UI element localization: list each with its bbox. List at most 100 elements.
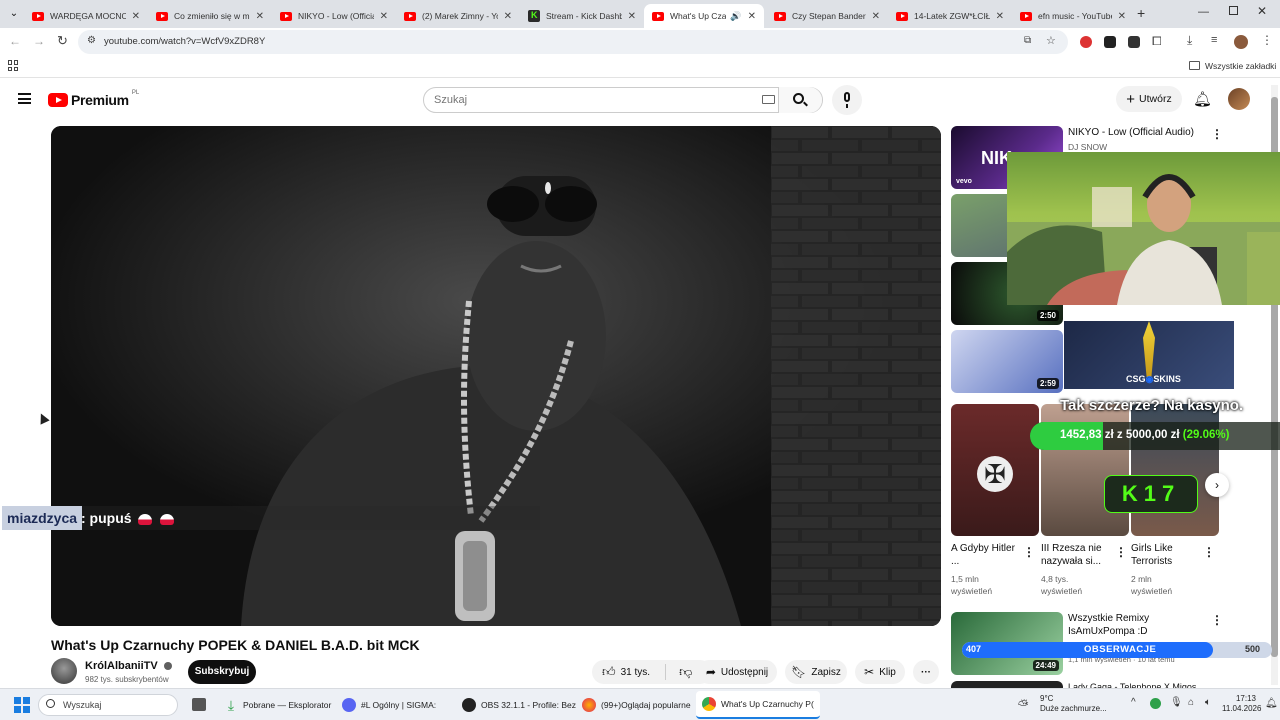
short-title[interactable]: Girls Like Terrorists	[1131, 542, 1197, 568]
create-button[interactable]: + Utwórz	[1116, 86, 1182, 112]
tab-7[interactable]: 14-Latek ZGW*ŁCIŁ S ✕	[888, 4, 1012, 28]
channel-avatar[interactable]	[51, 658, 77, 684]
extension-icon[interactable]	[1080, 36, 1092, 48]
taskbar-app-active[interactable]: What's Up Czarnuchy P(	[696, 691, 820, 719]
apps-grid-icon[interactable]	[8, 60, 19, 71]
more-options-icon[interactable]: ⋮	[1211, 613, 1223, 627]
clock[interactable]: 17:13 11.04.2026	[1222, 694, 1261, 714]
tab-5-active[interactable]: What's Up Czarn 🔊 ✕	[644, 4, 764, 28]
maximize-icon[interactable]	[1229, 6, 1238, 15]
forward-icon[interactable]: →	[33, 34, 45, 48]
microphone-icon[interactable]: 🎙︎	[1170, 697, 1183, 708]
tab-search-dropdown-icon[interactable]: ⌄	[6, 6, 22, 22]
close-window-icon[interactable]: ✕	[1257, 4, 1267, 18]
more-options-icon[interactable]: ⋮	[1115, 545, 1127, 559]
tab-title: Czy Stepan Bandera i	[792, 11, 866, 21]
dislike-icon[interactable]: 👎︎	[679, 664, 692, 680]
media-control-icon[interactable]: ≡	[1211, 34, 1217, 46]
tab-4[interactable]: K Stream - Kick Dashbo ✕	[520, 4, 644, 28]
hamburger-menu-icon[interactable]	[18, 93, 31, 104]
tab-6[interactable]: Czy Stepan Bandera i ✕	[766, 4, 888, 28]
taskbar-app[interactable]: OBS 32.1.1 - Profile: Bez	[462, 695, 576, 715]
close-tab-icon[interactable]: ✕	[132, 11, 140, 22]
profile-avatar[interactable]	[1234, 35, 1248, 49]
notification-bell-icon[interactable]: 🔔︎	[1265, 698, 1278, 709]
short-thumbnail[interactable]: ✠	[951, 404, 1039, 536]
tab-title: What's Up Czarn	[670, 11, 727, 21]
clip-button[interactable]: ✂ Klip	[855, 660, 905, 684]
windows-taskbar: Wyszukaj ⤓ Pobrane — Eksplorator #L Ogól…	[0, 688, 1280, 720]
more-options-icon[interactable]: ⋮	[1203, 545, 1215, 559]
close-tab-icon[interactable]: ✕	[504, 11, 512, 22]
back-icon[interactable]: ←	[9, 34, 21, 48]
shorts-next-button[interactable]: ›	[1205, 473, 1229, 497]
search-button[interactable]	[778, 87, 822, 113]
close-tab-icon[interactable]: ✕	[872, 11, 880, 22]
follower-current: 407	[966, 644, 982, 654]
windows-start-icon[interactable]	[14, 697, 30, 713]
close-tab-icon[interactable]: ✕	[1118, 11, 1126, 22]
voice-search-button[interactable]	[832, 85, 862, 115]
close-tab-icon[interactable]: ✕	[256, 11, 264, 22]
close-tab-icon[interactable]: ✕	[628, 11, 636, 22]
sidebar-video-title[interactable]: NIKYO - Low (Official Audio)	[1068, 126, 1208, 139]
network-icon[interactable]: ⌂	[1188, 697, 1194, 708]
menu-kebab-icon[interactable]: ⋮	[1261, 33, 1273, 47]
tab-8[interactable]: efn music - YouTube ✕	[1012, 4, 1134, 28]
sidebar-thumbnail[interactable]: 2:59	[951, 330, 1063, 393]
sidebar-video-title[interactable]: Wszystkie Remixy IsAmUxPompa :D	[1068, 612, 1198, 638]
extension-icon[interactable]	[1128, 36, 1140, 48]
keyboard-icon[interactable]	[762, 95, 775, 104]
taskbar-app[interactable]: (99+)Oglądaj popularne	[582, 695, 691, 715]
more-actions-button[interactable]: ···	[913, 660, 939, 684]
tray-chevron-icon[interactable]: ^	[1131, 697, 1136, 708]
taskbar-search[interactable]: Wyszukaj	[38, 694, 178, 716]
minimize-icon[interactable]: —	[1198, 6, 1209, 18]
account-avatar[interactable]	[1228, 88, 1250, 110]
like-count[interactable]: 31 tys.	[621, 667, 650, 678]
tab-1[interactable]: Co zmieniło się w mo ✕	[148, 4, 272, 28]
extension-icon[interactable]	[1104, 36, 1116, 48]
tab-0[interactable]: WARDĘGA MOCNO ( ✕	[24, 4, 148, 28]
more-options-icon[interactable]: ⋮	[1211, 127, 1223, 141]
tab-2[interactable]: NIKYO - Low (Officia ✕	[272, 4, 396, 28]
channel-name[interactable]: KrólAlbaniiTV	[85, 660, 158, 672]
close-tab-icon[interactable]: ✕	[380, 11, 388, 22]
weather-widget[interactable]: 9°C Duże zachmurze...	[1040, 694, 1107, 714]
notifications-bell-icon[interactable]: 🔔︎	[1193, 90, 1212, 108]
subscribe-button[interactable]: Subskrybuj	[188, 660, 256, 684]
save-button[interactable]: 🔖︎ Zapisz	[785, 660, 847, 684]
short-title[interactable]: A Gdyby Hitler ...	[951, 542, 1017, 568]
address-bar[interactable]: ⚙ youtube.com/watch?v=WcfV9xZDR8Y ⧉ ☆	[78, 30, 1068, 54]
share-button[interactable]: ➦ Udostępnij	[697, 660, 777, 684]
tray-app-icon[interactable]	[1150, 698, 1161, 709]
close-tab-icon[interactable]: ✕	[996, 11, 1004, 22]
clip-label: Klip	[879, 666, 896, 678]
bookmark-star-icon[interactable]: ☆	[1046, 34, 1056, 47]
channel-name-row: KrólAlbaniiTV	[85, 660, 172, 672]
tab-3[interactable]: (2) Marek Zimny - Yo ✕	[396, 4, 520, 28]
download-icon[interactable]: ⤓	[1187, 33, 1192, 48]
speaker-icon[interactable]: 🔊	[730, 11, 741, 22]
taskbar-app[interactable]: #L Ogólny | SIGMA:	[342, 695, 436, 715]
goal-amount: 5000,00 zł	[1125, 429, 1180, 441]
short-title[interactable]: III Rzesza nie nazywała si...	[1041, 542, 1113, 568]
extensions-puzzle-icon[interactable]: ⧠	[1152, 34, 1162, 49]
like-icon[interactable]: 👍︎	[602, 664, 616, 680]
cast-icon[interactable]: ⧉	[1024, 35, 1031, 46]
close-tab-icon[interactable]: ✕	[748, 11, 756, 22]
youtube-icon	[280, 11, 292, 21]
video-player[interactable]	[51, 126, 941, 626]
more-options-icon[interactable]: ⋮	[1023, 545, 1035, 559]
volume-icon[interactable]: 🔈︎	[1205, 697, 1211, 708]
taskbar-app[interactable]: ⤓ Pobrane — Eksplorator	[224, 695, 331, 715]
site-info-icon[interactable]: ⚙	[87, 35, 96, 46]
new-tab-icon[interactable]: +	[1137, 5, 1145, 21]
reload-icon[interactable]: ↻	[57, 33, 68, 49]
task-view-icon[interactable]	[192, 698, 206, 711]
search-input[interactable]	[434, 94, 734, 106]
search-box[interactable]	[423, 87, 823, 113]
youtube-premium-logo[interactable]: Premium PL	[48, 90, 139, 108]
all-bookmarks-link[interactable]: Wszystkie zakładki	[1205, 61, 1276, 71]
weather-icon[interactable]: ⛅︎	[1018, 697, 1028, 713]
